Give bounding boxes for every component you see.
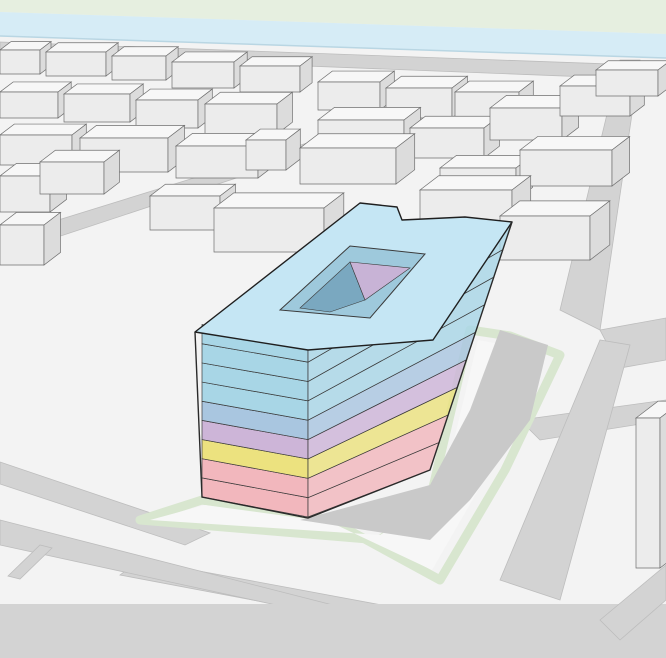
context-building	[0, 211, 62, 266]
context-building	[594, 60, 666, 97]
context-building	[634, 400, 666, 569]
context-building	[298, 133, 416, 185]
context-building	[0, 81, 73, 119]
context-building	[518, 135, 631, 187]
foreground-road-surface	[0, 604, 666, 658]
massing-scene	[0, 0, 666, 658]
context-building	[244, 128, 302, 171]
context-building	[134, 88, 214, 129]
context-building	[38, 149, 121, 195]
context-building	[110, 46, 180, 81]
context-building	[498, 200, 611, 261]
context-building	[316, 70, 396, 111]
context-building	[44, 42, 120, 77]
context-building	[238, 56, 314, 93]
context-building	[170, 51, 249, 89]
3d-viewport[interactable]	[0, 0, 666, 658]
context-building	[62, 83, 145, 123]
context-building	[408, 115, 501, 159]
context-building	[0, 40, 53, 75]
context-building	[203, 91, 294, 135]
